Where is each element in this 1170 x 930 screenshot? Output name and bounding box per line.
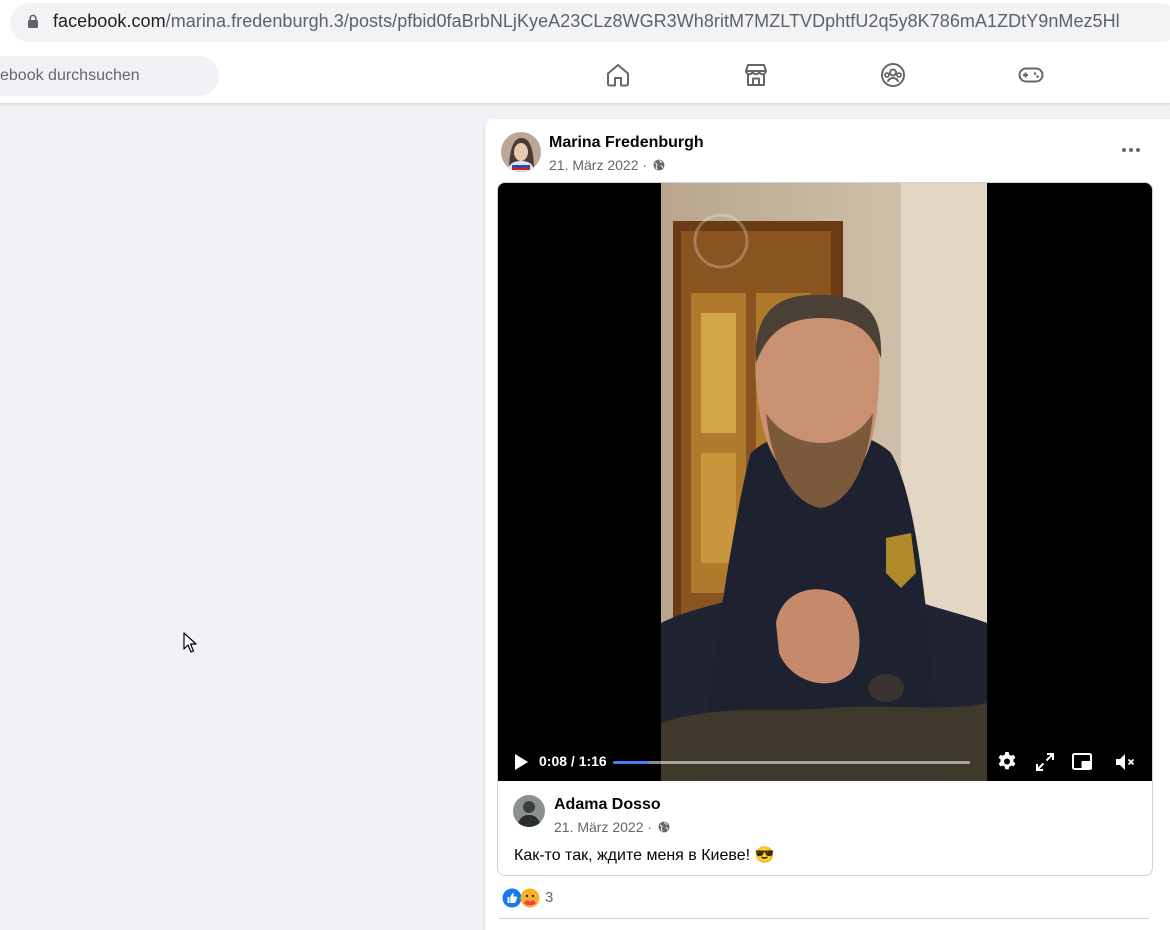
author-avatar[interactable] [501, 132, 541, 172]
globe-icon [658, 821, 670, 833]
gaming-icon[interactable] [1018, 62, 1044, 88]
divider [499, 918, 1149, 919]
fullscreen-icon[interactable] [1033, 750, 1057, 774]
video-progress-bar[interactable] [613, 761, 970, 764]
search-placeholder: ebook durchsuchen [0, 67, 140, 84]
reactions-count[interactable]: 3 [545, 889, 553, 906]
care-icon [520, 888, 540, 908]
post-meta: 21. März 2022 · [549, 157, 665, 173]
picture-in-picture-icon[interactable] [1070, 750, 1094, 774]
lock-icon [28, 14, 38, 28]
shared-post-date[interactable]: 21. März 2022 · [554, 819, 652, 835]
like-icon [502, 888, 522, 908]
search-input[interactable]: ebook durchsuchen [0, 56, 219, 96]
settings-icon[interactable] [995, 750, 1019, 774]
shared-author-name[interactable]: Adama Dosso [554, 796, 661, 814]
facebook-header: ebook durchsuchen [0, 46, 1170, 104]
shared-post-meta: 21. März 2022 · [554, 819, 670, 835]
post-date[interactable]: 21. März 2022 · [549, 157, 647, 173]
video-controls: 0:08 / 1:16 [498, 743, 1152, 781]
home-icon[interactable] [605, 62, 631, 88]
play-icon[interactable] [509, 750, 533, 774]
more-options-icon[interactable] [1118, 140, 1144, 160]
browser-address-bar: facebook.com/marina.fredenburgh.3/posts/… [0, 0, 1170, 46]
marketplace-icon[interactable] [743, 62, 769, 88]
shared-post-text: Как-то так, ждите меня в Киеве! 😎 [514, 847, 775, 864]
video-progress-fill [613, 761, 649, 764]
globe-icon [653, 159, 665, 171]
url-text[interactable]: facebook.com/marina.fredenburgh.3/posts/… [53, 11, 1120, 32]
shared-post: 0:08 / 1:16 Adama Dosso 21. März 2022 · … [497, 182, 1153, 876]
video-frame [661, 183, 987, 781]
mouse-cursor-icon [183, 632, 197, 653]
groups-icon[interactable] [880, 62, 906, 88]
muted-icon[interactable] [1113, 750, 1137, 774]
video-player[interactable]: 0:08 / 1:16 [498, 183, 1152, 781]
video-time: 0:08 / 1:16 [539, 753, 607, 769]
post-author-name[interactable]: Marina Fredenburgh [549, 134, 704, 152]
shared-author-avatar[interactable] [513, 795, 545, 827]
